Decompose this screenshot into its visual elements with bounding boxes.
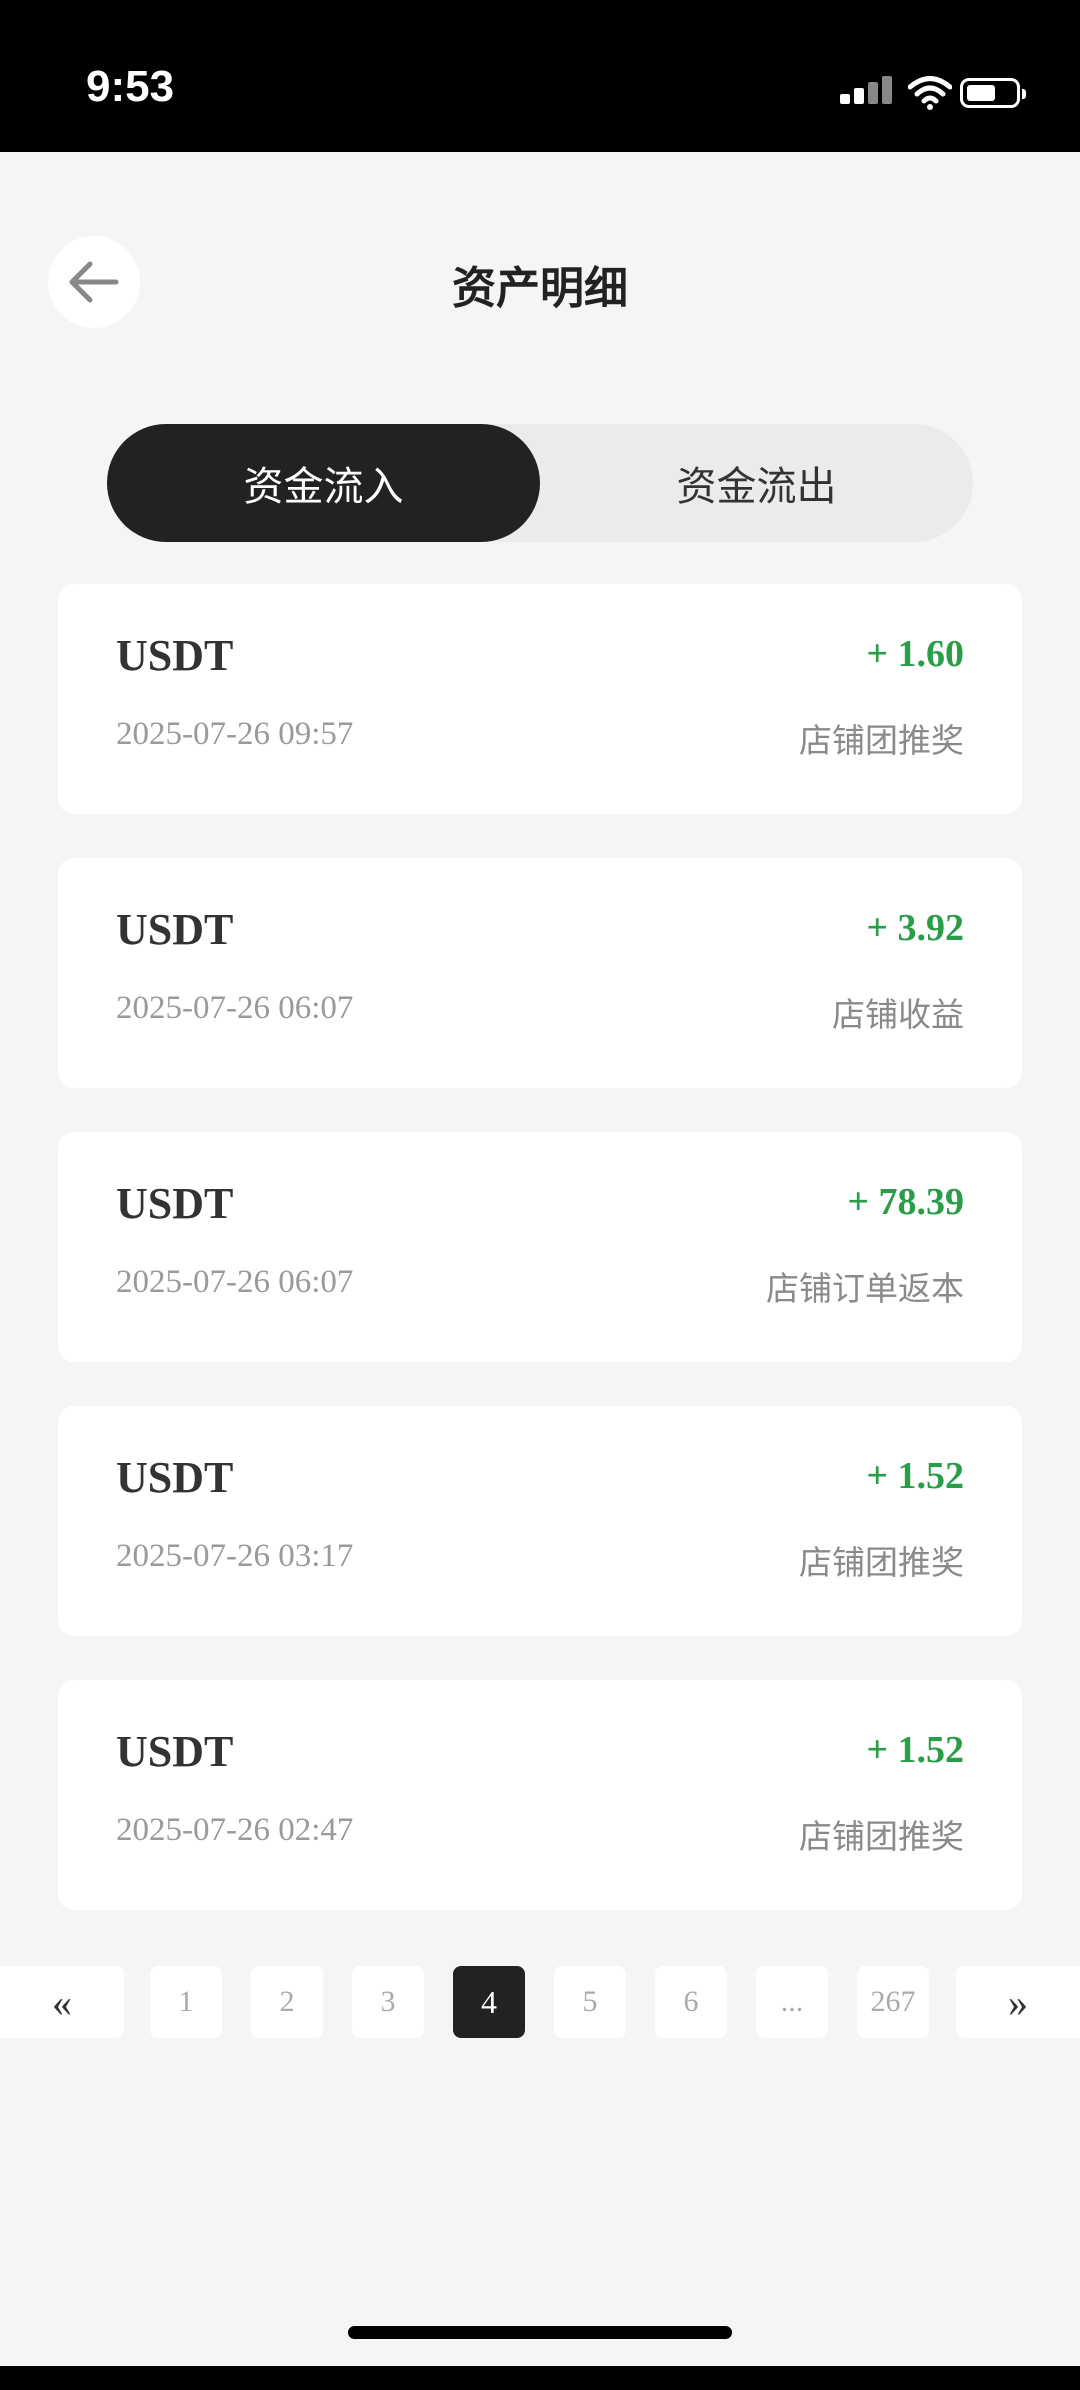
page-button-1[interactable]: 1 xyxy=(150,1966,222,2038)
tab-inflow[interactable]: 资金流入 xyxy=(107,424,540,542)
record-currency: USDT xyxy=(116,1179,234,1228)
battery-icon xyxy=(960,78,1026,108)
pagination-prev-button[interactable]: « xyxy=(0,1966,124,2038)
page-button-5[interactable]: 5 xyxy=(554,1966,626,2038)
record-time: 2025-07-26 09:57 xyxy=(116,716,354,752)
tab-outflow[interactable]: 资金流出 xyxy=(540,424,973,542)
record-currency: USDT xyxy=(116,631,234,680)
record-amount: + 3.92 xyxy=(866,907,964,949)
record-amount: + 1.52 xyxy=(866,1455,964,1497)
record-type: 店铺订单返本 xyxy=(766,1269,964,1308)
record-type: 店铺团推奖 xyxy=(799,721,964,760)
pagination: « 1 2 3 4 5 6 ... 267 » xyxy=(0,1966,1080,2038)
record-amount: + 1.60 xyxy=(866,633,964,675)
record-time: 2025-07-26 03:17 xyxy=(116,1538,354,1574)
page-button-4-current[interactable]: 4 xyxy=(453,1966,525,2038)
page-title: 资产明细 xyxy=(452,263,628,314)
page-button-3[interactable]: 3 xyxy=(352,1966,424,2038)
record-time: 2025-07-26 02:47 xyxy=(116,1812,354,1848)
record-amount: + 78.39 xyxy=(847,1181,964,1223)
home-indicator[interactable] xyxy=(348,2326,732,2339)
status-bar: 9:53 xyxy=(0,0,1080,152)
record-card[interactable]: USDT + 1.52 2025-07-26 02:47 店铺团推奖 xyxy=(58,1680,1022,1910)
record-currency: USDT xyxy=(116,905,234,954)
record-currency: USDT xyxy=(116,1453,234,1502)
bottom-bar xyxy=(0,2366,1080,2390)
page-button-267[interactable]: 267 xyxy=(857,1966,929,2038)
record-time: 2025-07-26 06:07 xyxy=(116,1264,354,1300)
status-time: 9:53 xyxy=(86,62,175,111)
pagination-next-button[interactable]: » xyxy=(956,1966,1080,2038)
signal-icon xyxy=(840,72,892,112)
record-card[interactable]: USDT + 3.92 2025-07-26 06:07 店铺收益 xyxy=(58,858,1022,1088)
record-type: 店铺团推奖 xyxy=(799,1543,964,1582)
tab-switch: 资金流入 资金流出 xyxy=(107,424,973,542)
record-type: 店铺团推奖 xyxy=(799,1817,964,1856)
wifi-icon xyxy=(908,76,952,110)
record-card[interactable]: USDT + 1.52 2025-07-26 03:17 店铺团推奖 xyxy=(58,1406,1022,1636)
record-time: 2025-07-26 06:07 xyxy=(116,990,354,1026)
record-type: 店铺收益 xyxy=(832,995,964,1034)
record-currency: USDT xyxy=(116,1727,234,1776)
page-button-6[interactable]: 6 xyxy=(655,1966,727,2038)
record-amount: + 1.52 xyxy=(866,1729,964,1771)
record-card[interactable]: USDT + 1.60 2025-07-26 09:57 店铺团推奖 xyxy=(58,584,1022,814)
page-ellipsis: ... xyxy=(756,1966,828,2038)
page-button-2[interactable]: 2 xyxy=(251,1966,323,2038)
record-card[interactable]: USDT + 78.39 2025-07-26 06:07 店铺订单返本 xyxy=(58,1132,1022,1362)
